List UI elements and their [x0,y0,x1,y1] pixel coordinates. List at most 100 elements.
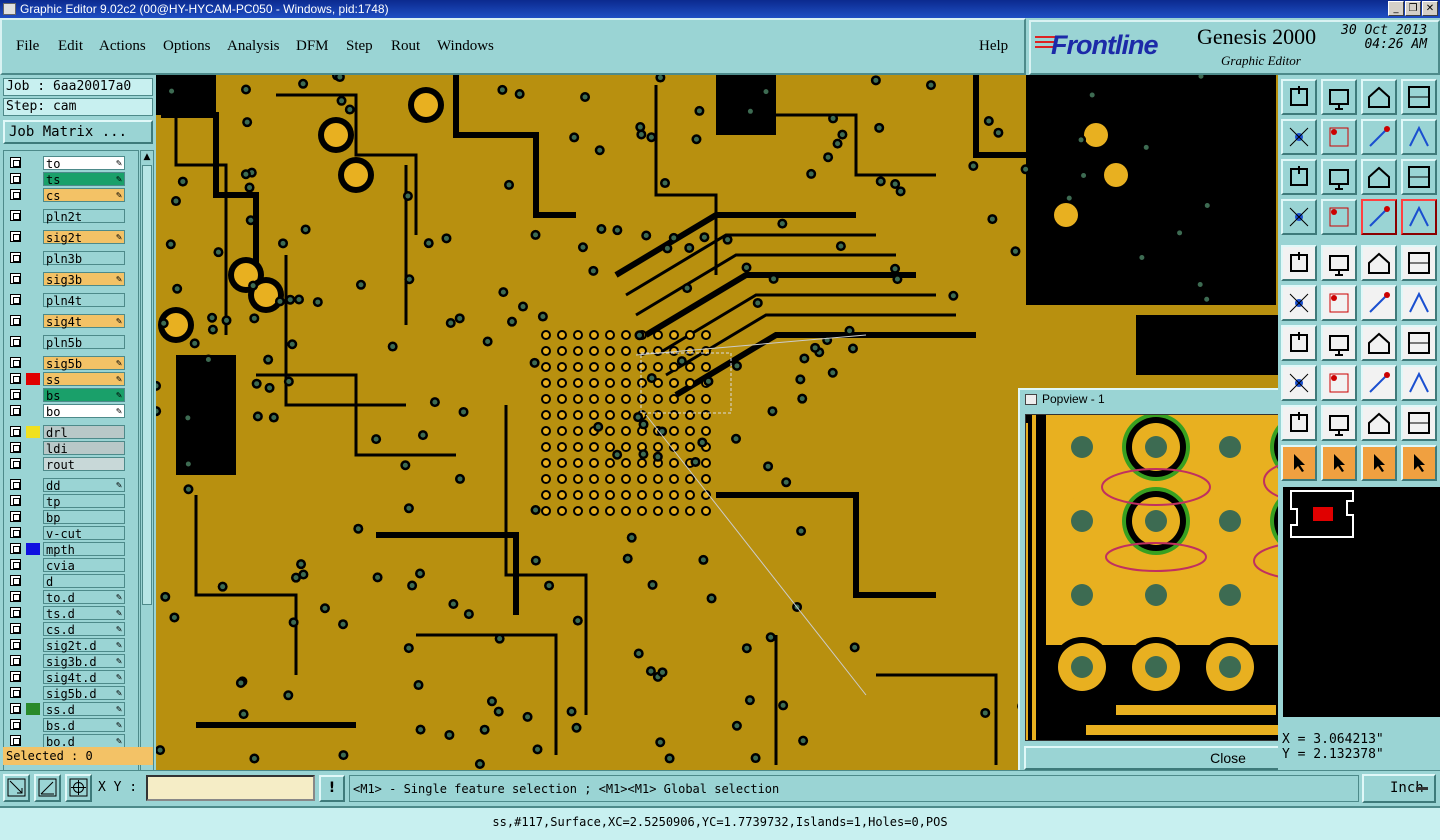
layer-name[interactable]: bo ✎ [43,404,125,419]
red-line-tool-button[interactable] [1361,285,1397,321]
menu-analysis[interactable]: Analysis [227,38,280,55]
triangle-tool-button[interactable] [1281,405,1317,441]
angle-tool-button[interactable] [1281,325,1317,361]
maximize-button[interactable]: ❐ [1405,1,1421,16]
grid-snap-button[interactable] [65,774,92,802]
layer-checkbox[interactable] [10,426,21,437]
close-window-button[interactable]: ✕ [1422,1,1438,16]
layer-checkbox[interactable] [10,157,21,168]
scale-1-2-tool-button[interactable] [1361,159,1397,195]
layer-row-pln5b[interactable]: pln5b [7,335,125,350]
layer-name[interactable]: pln2t [43,209,125,224]
layer-name[interactable]: pln4t [43,293,125,308]
layer-name[interactable]: sig2t ✎ [43,230,125,245]
layer-name[interactable]: v-cut [43,526,125,541]
zoom-right-tool-button[interactable] [1321,119,1357,155]
pointer-box-tool-button[interactable] [1361,445,1397,481]
popview-close-button[interactable]: Close [1024,746,1278,770]
menu-options[interactable]: Options [163,38,211,55]
layer-checkbox[interactable] [10,189,21,200]
menu-windows[interactable]: Windows [437,38,494,55]
tree-tool-button[interactable] [1401,445,1437,481]
layer-row-ss[interactable]: ss ✎ [7,372,125,387]
pad-tool-button[interactable] [1281,365,1317,401]
layer-checkbox[interactable] [10,687,21,698]
layer-checkbox[interactable] [10,389,21,400]
layer-checkbox[interactable] [10,373,21,384]
scroll-up-icon[interactable]: ▲ [142,152,152,162]
layer-checkbox[interactable] [10,655,21,666]
layer-row-to.d[interactable]: to.d ✎ [7,590,125,605]
line-tool-button[interactable] [1321,325,1357,361]
layer-name[interactable]: ts ✎ [43,172,125,187]
layer-name[interactable]: sig5b.d ✎ [43,686,125,701]
layer-name[interactable]: sig3b.d ✎ [43,654,125,669]
outline-tool-button[interactable] [1321,245,1357,281]
layer-checkbox[interactable] [10,639,21,650]
arc-tool-button[interactable] [1361,325,1397,361]
layer-row-ts.d[interactable]: ts.d ✎ [7,606,125,621]
center-tool-button[interactable] [1321,159,1357,195]
snap-mode-button[interactable] [3,774,30,802]
red-pads-2-tool-button[interactable] [1401,199,1437,235]
connect-tool-button[interactable] [1281,285,1317,321]
layer-name[interactable]: tp [43,494,125,509]
measure-mode-button[interactable] [34,774,61,802]
layer-checkbox[interactable] [10,173,21,184]
layer-name[interactable]: cs.d ✎ [43,622,125,637]
layer-name[interactable]: dd ✎ [43,478,125,493]
cross-tool-button[interactable] [1321,285,1357,321]
menu-help[interactable]: Help [979,38,1008,55]
menu-dfm[interactable]: DFM [296,38,329,55]
layer-checkbox[interactable] [10,479,21,490]
ruler-tool-button[interactable] [1361,245,1397,281]
dimension-tool-button[interactable] [1361,365,1397,401]
layer-checkbox[interactable] [10,559,21,570]
select-pad-tool-button[interactable] [1281,245,1317,281]
layer-name[interactable]: bo.d ✎ [43,734,125,749]
layer-row-rout[interactable]: rout [7,457,125,472]
unit-selector[interactable]: Inch [1362,774,1436,803]
alert-button[interactable]: ! [319,775,345,802]
layer-name[interactable]: bs ✎ [43,388,125,403]
scroll-thumb[interactable] [142,165,152,605]
layer-row-pln3b[interactable]: pln3b [7,251,125,266]
menu-file[interactable]: File [16,38,39,55]
layer-row-ts[interactable]: ts ✎ [7,172,125,187]
layer-checkbox[interactable] [10,495,21,506]
layer-up-tool-button[interactable] [1281,79,1317,115]
layer-checkbox[interactable] [10,607,21,618]
window-tool-button[interactable] [1401,79,1437,115]
select-box-tool-button[interactable] [1321,445,1357,481]
layer-row-sig2t.d[interactable]: sig2t.d ✎ [7,638,125,653]
layer-row-pln2t[interactable]: pln2t [7,209,125,224]
layer-name[interactable]: ss ✎ [43,372,125,387]
popview-zoom-view[interactable] [1025,414,1278,741]
layer-row-v-cut[interactable]: v-cut [7,526,125,541]
layer-name[interactable]: drl [43,425,125,440]
layer-checkbox[interactable] [10,357,21,368]
layer-name[interactable]: cvia [43,558,125,573]
red-pads-tool-button[interactable] [1361,199,1397,235]
layer-row-ss.d[interactable]: ss.d ✎ [7,702,125,717]
snap-tool-button[interactable] [1401,119,1437,155]
layer-row-mpth[interactable]: mpth [7,542,125,557]
layer-row-d[interactable]: d [7,574,125,589]
layer-name[interactable]: sig3b ✎ [43,272,125,287]
layer-checkbox[interactable] [10,442,21,453]
dot-tool-button[interactable] [1401,245,1437,281]
layer-row-bp[interactable]: bp [7,510,125,525]
layer-checkbox[interactable] [10,252,21,263]
layer-name[interactable]: ts.d ✎ [43,606,125,621]
layer-row-dd[interactable]: dd ✎ [7,478,125,493]
layer-checkbox[interactable] [10,671,21,682]
arch-cross-tool-button[interactable] [1401,405,1437,441]
fit-view-tool-button[interactable] [1281,159,1317,195]
tools-tool-button[interactable] [1281,199,1317,235]
line-red-tool-button[interactable] [1321,365,1357,401]
arch-red-tool-button[interactable] [1361,405,1397,441]
layer-row-bo[interactable]: bo ✎ [7,404,125,419]
layer-row-cs.d[interactable]: cs.d ✎ [7,622,125,637]
layer-row-sig4t[interactable]: sig4t ✎ [7,314,125,329]
menu-edit[interactable]: Edit [58,38,83,55]
